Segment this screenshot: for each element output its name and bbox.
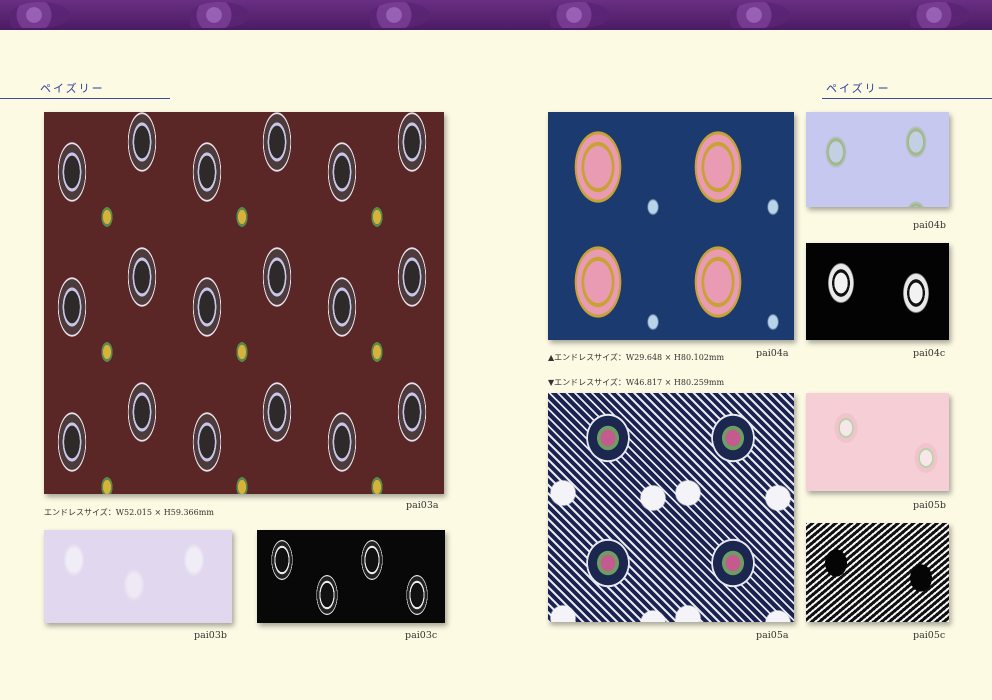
swatch-pai04c[interactable] — [806, 243, 949, 340]
swatch-pai05a[interactable] — [548, 393, 794, 622]
left-section-title: ペイズリー — [40, 82, 105, 95]
swatch-pai04a[interactable] — [548, 112, 794, 340]
code-label-pai04b: pai04b — [913, 220, 946, 231]
paisley-motif — [370, 2, 430, 28]
code-label-pai04c: pai04c — [913, 348, 946, 359]
paisley-motif — [550, 2, 610, 28]
code-label-pai05c: pai05c — [913, 630, 946, 641]
size-label-pai04a: ▲エンドレスサイズ：W29.648 × H80.102mm — [548, 353, 725, 362]
swatch-pai05c[interactable] — [806, 523, 949, 622]
code-label-pai03c: pai03c — [405, 630, 438, 641]
swatch-pai05b[interactable] — [806, 393, 949, 491]
paisley-motif — [10, 2, 70, 28]
paisley-motif — [910, 2, 970, 28]
swatch-pai04b[interactable] — [806, 112, 949, 207]
code-label-pai05a: pai05a — [756, 630, 789, 641]
code-label-pai03a: pai03a — [406, 500, 439, 511]
right-section-title: ペイズリー — [826, 82, 891, 95]
swatch-pai03b[interactable] — [44, 530, 232, 623]
size-label-pai03a: エンドレスサイズ：W52.015 × H59.366mm — [44, 508, 214, 517]
paisley-motif — [190, 2, 250, 28]
code-label-pai05b: pai05b — [913, 500, 946, 511]
paisley-motif — [730, 2, 790, 28]
size-label-pai05a: ▼エンドレスサイズ：W46.817 × H80.259mm — [548, 378, 725, 387]
left-title-rule — [0, 98, 170, 99]
right-title-rule — [822, 98, 992, 99]
header-pattern-band — [0, 0, 992, 30]
swatch-pai03a[interactable] — [44, 112, 444, 494]
code-label-pai03b: pai03b — [194, 630, 227, 641]
code-label-pai04a: pai04a — [756, 348, 789, 359]
swatch-pai03c[interactable] — [257, 530, 445, 623]
